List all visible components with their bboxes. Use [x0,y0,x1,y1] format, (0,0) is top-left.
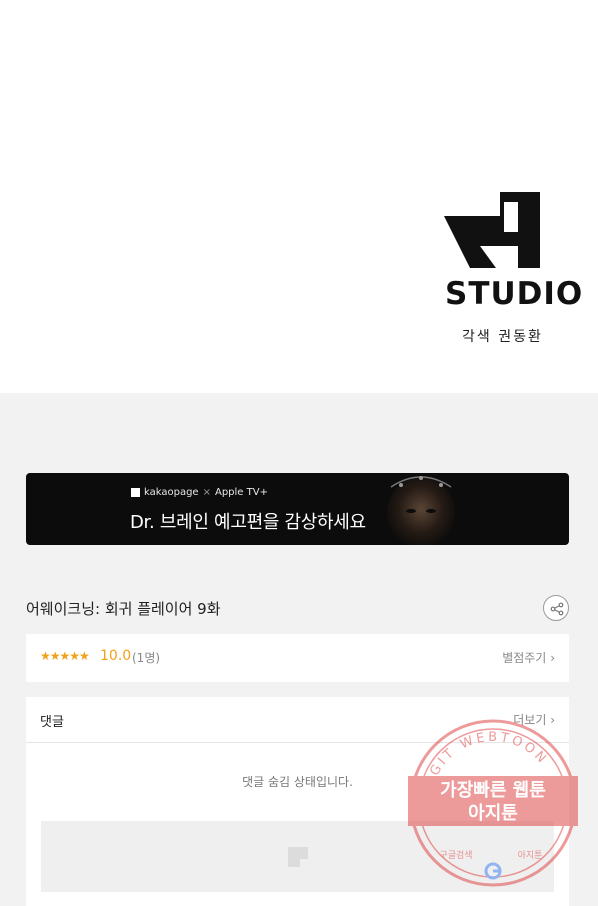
share-button[interactable] [543,595,569,621]
episode-title: 어웨이크닝: 회귀 플레이어 9화 [26,600,221,618]
rating-score: 10.0 [100,648,132,664]
banner-actor-image [387,476,455,545]
brand-appletv: Apple TV+ [214,487,268,498]
episode-title-row: 어웨이크닝: 회귀 플레이어 9화 [26,594,569,624]
rating-card: ★★★★★ 10.0 (1명) 별점주기 › [26,634,569,682]
banner-brand-line: kakaopage × Apple TV+ [131,487,268,498]
more-label: 더보기 [513,713,547,727]
rate-button[interactable]: 별점주기 › [502,649,555,666]
chevron-right-icon: › [550,713,555,727]
rating-count: (1명) [132,651,161,665]
promo-banner[interactable]: kakaopage × Apple TV+ Dr. 브레인 예고편을 감상하세요 [26,473,569,545]
comments-more-button[interactable]: 더보기 › [513,711,555,728]
chevron-right-icon: › [550,651,555,665]
comments-section: 댓글 더보기 › 댓글 숨김 상태입니다. [26,697,569,906]
kakaopage-logo-icon [131,488,140,497]
ad-placeholder[interactable] [41,821,554,892]
adaptation-credit: 각색 권동환 [462,329,543,345]
comments-hidden-message: 댓글 숨김 상태입니다. [242,775,353,789]
comments-header: 댓글 더보기 › [26,697,569,743]
brand-kakaopage: kakaopage [144,487,199,498]
placeholder-logo-icon [288,847,308,867]
studio-wordmark: STUDIO [445,276,584,312]
studio-logo-icon [444,192,540,268]
comments-title: 댓글 [40,715,64,730]
share-icon [550,602,564,616]
episode-image-panel: STUDIO 각색 권동환 [0,0,598,393]
banner-headline: Dr. 브레인 예고편을 감상하세요 [130,512,366,533]
rating-stars: ★★★★★ [40,649,90,663]
rate-label: 별점주기 [502,651,547,665]
brand-separator: × [202,487,211,498]
